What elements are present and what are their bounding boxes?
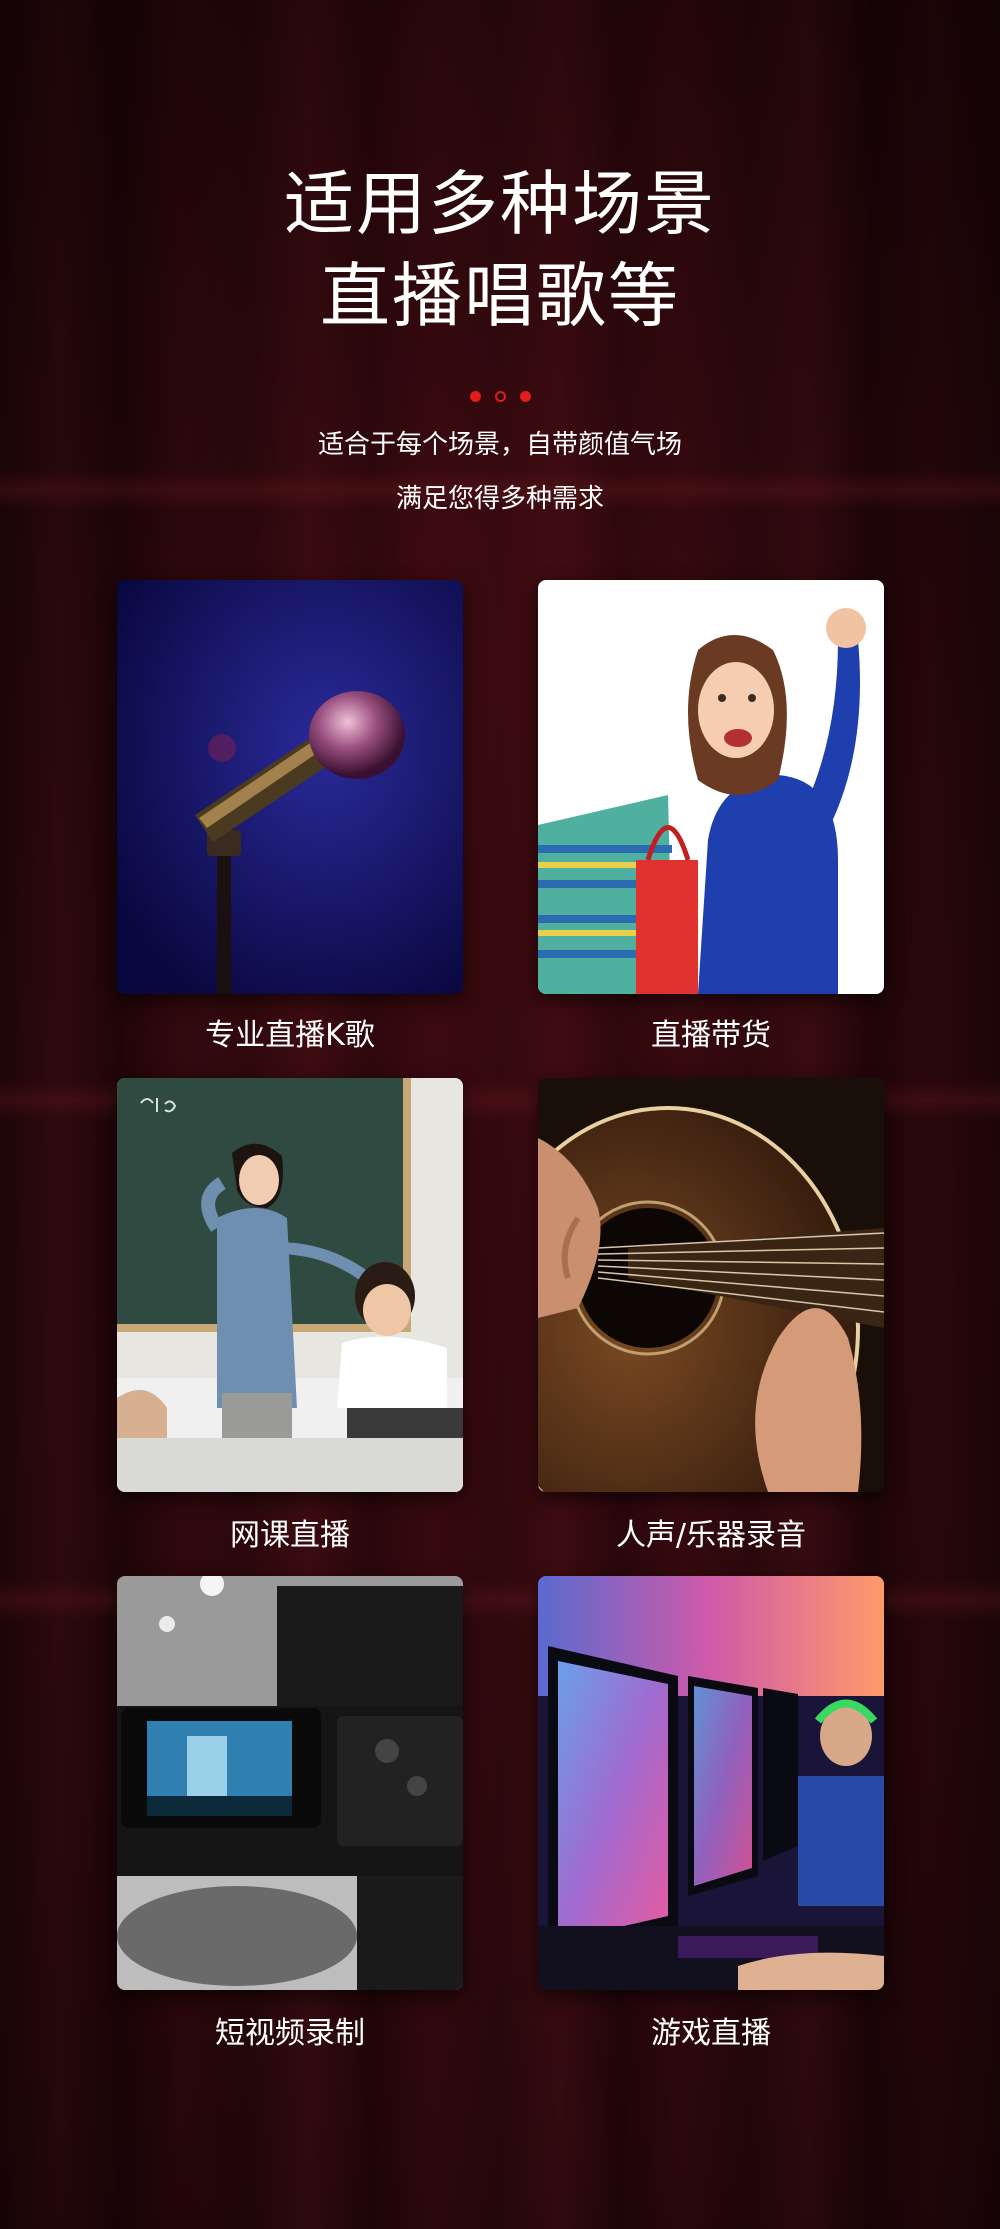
microphone-image [117, 580, 463, 994]
title-line-2: 直播唱歌等 [320, 255, 680, 337]
scene-label: 直播带货 [651, 1018, 771, 1053]
scene-card-game-stream [538, 1576, 884, 1990]
guitar-image [538, 1078, 884, 1492]
shopping-woman-image [538, 580, 884, 994]
scene-card-online-class [117, 1078, 463, 1492]
title-line-1: 适用多种场景 [284, 163, 716, 245]
dot-icon [469, 391, 481, 402]
subtitle-line-2: 满足您得多种需求 [395, 484, 604, 514]
video-camera-image [117, 1576, 463, 1990]
scene-label: 专业直播K歌 [205, 1018, 375, 1053]
scene-card-karaoke [117, 580, 463, 994]
subtitle-line-1: 适合于每个场景，自带颜值气场 [317, 430, 682, 460]
scene-card-live-selling [538, 580, 884, 994]
dot-icon [519, 391, 531, 402]
scene-label: 人声/乐器录音 [615, 1518, 807, 1553]
scene-card-recording [538, 1078, 884, 1492]
decorative-dots [0, 391, 1000, 402]
scene-label: 短视频录制 [215, 2016, 365, 2051]
ring-dot-icon [494, 391, 506, 402]
classroom-image [117, 1078, 463, 1492]
gaming-image [538, 1576, 884, 1990]
scene-card-short-video [117, 1576, 463, 1990]
scene-label: 网课直播 [230, 1518, 350, 1553]
scene-label: 游戏直播 [651, 2016, 771, 2051]
page-title: 适用多种场景 直播唱歌等 [0, 158, 1000, 342]
page-subtitle: 适合于每个场景，自带颜值气场 满足您得多种需求 [0, 418, 1000, 526]
